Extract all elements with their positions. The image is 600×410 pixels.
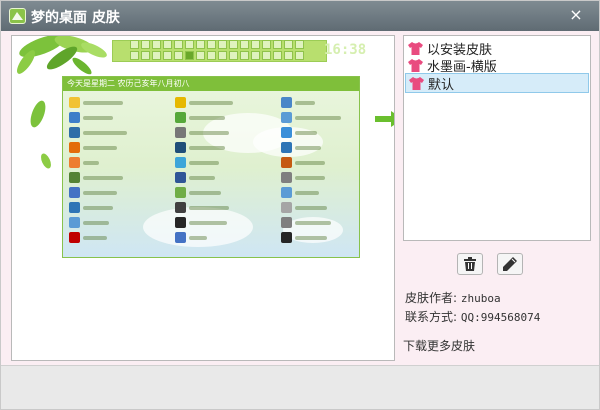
skin-preview: 16:38 今天是星期二 农历己亥年八月初八 bbox=[11, 35, 395, 361]
menu-title: 今天是星期二 农历己亥年八月初八 bbox=[63, 77, 359, 91]
footer-bar bbox=[1, 365, 599, 409]
contact-info: 联系方式: QQ:994568074 bbox=[405, 308, 540, 325]
skin-item-label: 水墨画-横版 bbox=[427, 59, 497, 75]
edit-skin-button[interactable] bbox=[497, 253, 523, 275]
calendar-row-top bbox=[130, 40, 304, 49]
preview-clock: 16:38 bbox=[324, 42, 367, 58]
trash-icon bbox=[464, 257, 476, 271]
contact-label: 联系方式: bbox=[405, 310, 458, 324]
pencil-icon bbox=[503, 257, 517, 271]
contact-value: QQ:994568074 bbox=[460, 311, 541, 324]
close-button[interactable]: × bbox=[565, 5, 587, 25]
author-value: zhuboa bbox=[460, 292, 501, 305]
shirt-icon bbox=[408, 41, 423, 55]
start-menu-preview: 今天是星期二 农历己亥年八月初八 bbox=[62, 76, 360, 258]
author-label: 皮肤作者: bbox=[405, 291, 458, 305]
author-info: 皮肤作者: zhuboa bbox=[405, 289, 501, 306]
calendar-row-bottom bbox=[130, 51, 304, 60]
shirt-icon bbox=[409, 76, 424, 90]
menu-item-grid bbox=[67, 95, 357, 245]
arrow-right-icon bbox=[375, 111, 394, 127]
app-logo-icon bbox=[9, 8, 26, 24]
download-more-skins-link[interactable]: 下载更多皮肤 bbox=[403, 337, 475, 354]
delete-skin-button[interactable] bbox=[457, 253, 483, 275]
title-bar[interactable]: 梦的桌面 皮肤 × bbox=[1, 1, 599, 31]
skin-list: 以安装皮肤 水墨画-横版 默认 bbox=[403, 35, 591, 241]
shirt-icon bbox=[408, 58, 423, 72]
skin-window: 梦的桌面 皮肤 × 16:38 今天是星期二 农历己亥年八月初八 以安装皮肤 水… bbox=[0, 0, 600, 410]
skin-item-default[interactable]: 默认 bbox=[405, 73, 589, 93]
skin-item-label: 默认 bbox=[428, 77, 455, 93]
skin-item-ink-painting[interactable]: 水墨画-横版 bbox=[405, 55, 589, 75]
window-title: 梦的桌面 皮肤 bbox=[31, 10, 120, 26]
